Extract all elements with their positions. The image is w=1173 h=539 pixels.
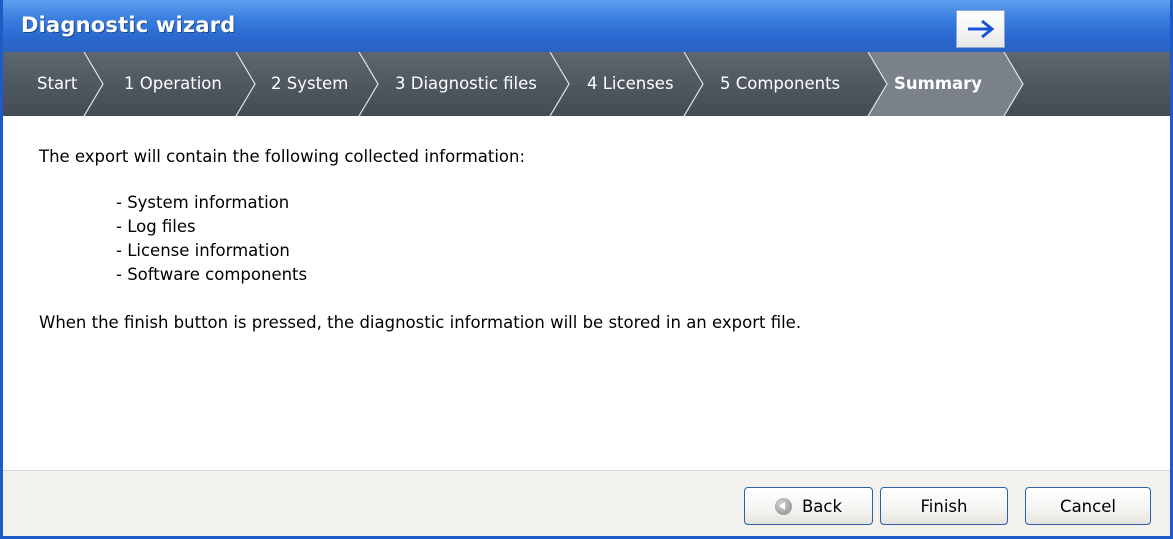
back-button[interactable]: Back <box>744 487 873 525</box>
step-summary[interactable]: Summary <box>894 52 982 116</box>
step-diagnostic-files[interactable]: 3 Diagnostic files <box>395 52 537 116</box>
list-item: - Log files <box>116 217 196 236</box>
next-step-button[interactable] <box>956 10 1005 48</box>
step-operation[interactable]: 1 Operation <box>124 52 222 116</box>
step-licenses[interactable]: 4 Licenses <box>587 52 674 116</box>
cancel-button-label: Cancel <box>1060 496 1116 516</box>
list-item: - License information <box>116 241 290 260</box>
cancel-button[interactable]: Cancel <box>1025 487 1151 525</box>
list-item: - System information <box>116 193 290 212</box>
step-system[interactable]: 2 System <box>271 52 348 116</box>
finish-button-label: Finish <box>920 496 968 516</box>
finish-button[interactable]: Finish <box>880 487 1008 525</box>
finish-note-text: When the finish button is pressed, the d… <box>39 313 802 332</box>
wizard-window: Diagnostic wizard Start 1 Operation 2 Sy… <box>0 0 1173 539</box>
collected-info-list: - System information - Log files - Licen… <box>116 191 307 287</box>
wizard-steps-breadcrumb: Start 1 Operation 2 System 3 Diagnostic … <box>3 52 1170 116</box>
intro-text: The export will contain the following co… <box>39 147 526 166</box>
summary-content: The export will contain the following co… <box>3 116 1170 470</box>
list-item: - Software components <box>116 265 308 284</box>
back-button-label: Back <box>801 496 843 516</box>
title-bar: Diagnostic wizard <box>3 0 1170 52</box>
button-footer: Back Finish Cancel <box>3 470 1170 536</box>
step-components[interactable]: 5 Components <box>720 52 840 116</box>
back-arrow-icon <box>774 497 792 515</box>
arrow-right-icon <box>967 19 994 39</box>
step-start[interactable]: Start <box>37 52 77 116</box>
window-title: Diagnostic wizard <box>21 13 236 37</box>
